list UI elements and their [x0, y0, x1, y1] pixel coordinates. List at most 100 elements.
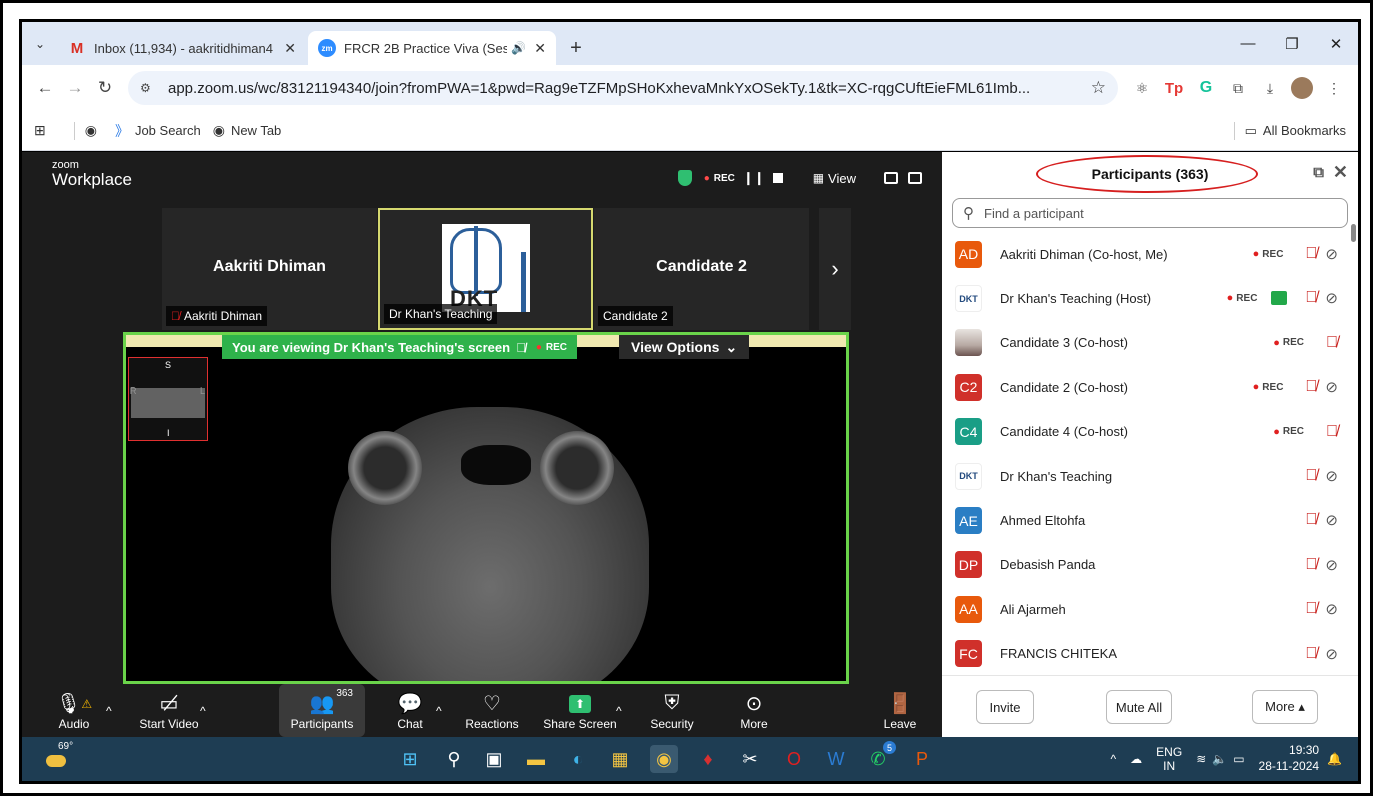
- video-tile-candidate-2[interactable]: Candidate 2 Candidate 2: [594, 208, 809, 330]
- extensions-puzzle-icon[interactable]: ⧉: [1222, 72, 1254, 104]
- store-icon[interactable]: ▦: [606, 745, 634, 773]
- omnibox[interactable]: ⚙ app.zoom.us/wc/83121194340/join?fromPW…: [128, 71, 1118, 105]
- bookmark-star-icon[interactable]: ☆: [1091, 78, 1106, 98]
- onedrive-icon[interactable]: ☁: [1130, 752, 1142, 766]
- powerpoint-icon[interactable]: P: [908, 745, 936, 773]
- participant-row[interactable]: C2 Candidate 2 (Co-host) ● REC 🎙̸ ⊘: [942, 365, 1358, 409]
- audio-caret-icon[interactable]: ^: [106, 684, 112, 737]
- video-caret-icon[interactable]: ^: [200, 684, 206, 737]
- search-icon[interactable]: ⚲: [440, 745, 468, 773]
- bookmarks-bar: ⊞ ◉ 》 Job Search ◉ New Tab ▭ All Bookmarks: [22, 111, 1358, 151]
- reload-icon[interactable]: ↻: [90, 73, 120, 103]
- tray-overflow-chevron-icon[interactable]: ^: [1111, 752, 1117, 766]
- forward-icon[interactable]: →: [60, 73, 90, 103]
- volume-icon[interactable]: 🔈: [1212, 752, 1227, 766]
- language-indicator[interactable]: ENG IN: [1156, 745, 1182, 774]
- site-info-icon[interactable]: ⚙: [140, 81, 162, 95]
- all-bookmarks[interactable]: ▭ All Bookmarks: [1224, 121, 1346, 140]
- close-window-icon[interactable]: ✕: [1314, 22, 1358, 65]
- participants-button[interactable]: 👥 363 Participants: [279, 684, 365, 737]
- view-options-button[interactable]: View Options ⌄: [619, 335, 750, 359]
- new-tab-button[interactable]: +: [558, 31, 594, 65]
- participant-row[interactable]: AD Aakriti Dhiman (Co-host, Me) ● REC 🎙̸ ⊘: [942, 232, 1358, 276]
- edge-icon[interactable]: ◐: [564, 745, 592, 773]
- start-video-button[interactable]: ▭̸ Start Video: [134, 684, 204, 737]
- participant-row[interactable]: DKT Dr Khan's Teaching 🎙̸ ⊘: [942, 454, 1358, 498]
- extension-icon[interactable]: ⚛: [1126, 72, 1158, 104]
- recording-dot-icon: ●: [1226, 292, 1234, 305]
- reactions-button[interactable]: ♡ Reactions: [462, 684, 522, 737]
- chat-caret-icon[interactable]: ^: [436, 684, 442, 737]
- pause-recording-icon[interactable]: ❙❙: [743, 170, 765, 186]
- battery-icon[interactable]: ▭: [1233, 752, 1244, 766]
- globe-icon[interactable]: ◉: [85, 122, 103, 139]
- rec-label: REC: [1262, 248, 1284, 260]
- participant-row[interactable]: AE Ahmed Eltohfa 🎙̸ ⊘: [942, 498, 1358, 542]
- participant-row[interactable]: Candidate 3 (Co-host) ● REC 🎙̸: [942, 321, 1358, 365]
- minimize-icon[interactable]: —: [1226, 22, 1270, 65]
- tab-zoom[interactable]: zm FRCR 2B Practice Viva (Sessi 🔊 ✕: [308, 31, 556, 65]
- participant-name: FRANCIS CHITEKA: [1000, 646, 1118, 662]
- rec-label: REC: [1282, 337, 1304, 349]
- notification-bell-icon[interactable]: 🔔: [1327, 752, 1342, 766]
- whatsapp-icon[interactable]: ✆ 5: [864, 741, 896, 773]
- share-caret-icon[interactable]: ^: [616, 684, 622, 737]
- mic-muted-icon: 🎙̸: [1305, 600, 1318, 618]
- back-icon[interactable]: ←: [30, 73, 60, 103]
- participant-row[interactable]: FC FRANCIS CHITEKA 🎙̸ ⊘: [942, 632, 1358, 676]
- more-panel-button[interactable]: More ▴: [1252, 690, 1318, 724]
- mri-orbit-right: [540, 431, 614, 505]
- chat-button[interactable]: 💬 Chat: [390, 684, 430, 737]
- word-icon[interactable]: W: [822, 745, 850, 773]
- url-text[interactable]: app.zoom.us/wc/83121194340/join?fromPWA=…: [168, 80, 1091, 97]
- view-button[interactable]: View: [828, 171, 856, 186]
- tp-extension-icon[interactable]: Tp: [1158, 72, 1190, 104]
- pip-icon[interactable]: [884, 172, 898, 184]
- stop-recording-icon[interactable]: [772, 173, 783, 183]
- snipping-tool-icon[interactable]: ✂: [736, 745, 764, 773]
- share-screen-button[interactable]: ⬆ Share Screen: [542, 684, 618, 737]
- leave-button[interactable]: 🚪 Leave: [880, 684, 920, 737]
- clock[interactable]: 19:30 28-11-2024: [1259, 743, 1320, 774]
- speaker-icon[interactable]: 🔊: [511, 41, 526, 55]
- chrome-icon[interactable]: ◉: [650, 745, 678, 773]
- participant-row[interactable]: DP Debasish Panda 🎙̸ ⊘: [942, 543, 1358, 587]
- start-icon[interactable]: ⊞: [396, 745, 424, 773]
- meeting-toolbar: 🎙 ⚠ Audio ^ ▭̸ Start Video ^ 👥 363 Partic…: [22, 684, 942, 737]
- audio-button[interactable]: 🎙 ⚠ Audio: [54, 684, 94, 737]
- encryption-shield-icon[interactable]: [677, 170, 692, 186]
- participant-row[interactable]: DKT Dr Khan's Teaching (Host) ● REC 🎙̸ ⊘: [942, 276, 1358, 320]
- weather-widget[interactable]: 69°: [46, 741, 73, 767]
- mcafee-icon[interactable]: ♦: [694, 745, 722, 773]
- wifi-icon[interactable]: ≋: [1196, 752, 1206, 766]
- tab-gmail[interactable]: M Inbox (11,934) - aakritidhiman4 ✕: [58, 31, 306, 65]
- participant-row[interactable]: AA Ali Ajarmeh 🎙̸ ⊘: [942, 587, 1358, 631]
- opera-icon[interactable]: O: [780, 745, 808, 773]
- fullscreen-icon[interactable]: [908, 172, 922, 184]
- menu-kebab-icon[interactable]: ⋮: [1318, 72, 1350, 104]
- task-view-icon[interactable]: ▣: [480, 745, 508, 773]
- tab-search-icon[interactable]: ⌄: [22, 22, 58, 65]
- bookmark-job-search[interactable]: 》 Job Search: [115, 121, 201, 141]
- participant-search-input[interactable]: ⚲ Find a participant: [952, 198, 1348, 228]
- download-icon[interactable]: ⤓: [1254, 72, 1286, 104]
- invite-button[interactable]: Invite: [976, 690, 1034, 724]
- close-tab-icon[interactable]: ✕: [284, 40, 296, 57]
- participant-row[interactable]: C4 Candidate 4 (Co-host) ● REC 🎙̸: [942, 410, 1358, 454]
- bookmark-new-tab[interactable]: ◉ New Tab: [213, 122, 282, 139]
- close-panel-icon[interactable]: ✕: [1333, 162, 1348, 183]
- file-explorer-icon[interactable]: ▬: [522, 745, 550, 773]
- popout-icon[interactable]: ⧉: [1313, 164, 1324, 181]
- mute-all-button[interactable]: Mute All: [1106, 690, 1172, 724]
- profile-avatar[interactable]: [1291, 77, 1313, 99]
- apps-icon[interactable]: ⊞: [34, 122, 52, 139]
- close-tab-icon[interactable]: ✕: [534, 40, 546, 57]
- mri-nasal-cavity: [461, 445, 531, 485]
- security-button[interactable]: ⛨ Security: [644, 684, 700, 737]
- video-tile-aakriti[interactable]: Aakriti Dhiman 🎙̸ Aakriti Dhiman: [162, 208, 377, 330]
- next-page-chevron-icon[interactable]: ›: [819, 208, 851, 330]
- more-button[interactable]: ⊙ More: [734, 684, 774, 737]
- restore-icon[interactable]: ❐: [1270, 22, 1314, 65]
- grammarly-icon[interactable]: G: [1190, 72, 1222, 104]
- video-tile-dr-khan[interactable]: DKT Dr Khan's Teaching: [378, 208, 593, 330]
